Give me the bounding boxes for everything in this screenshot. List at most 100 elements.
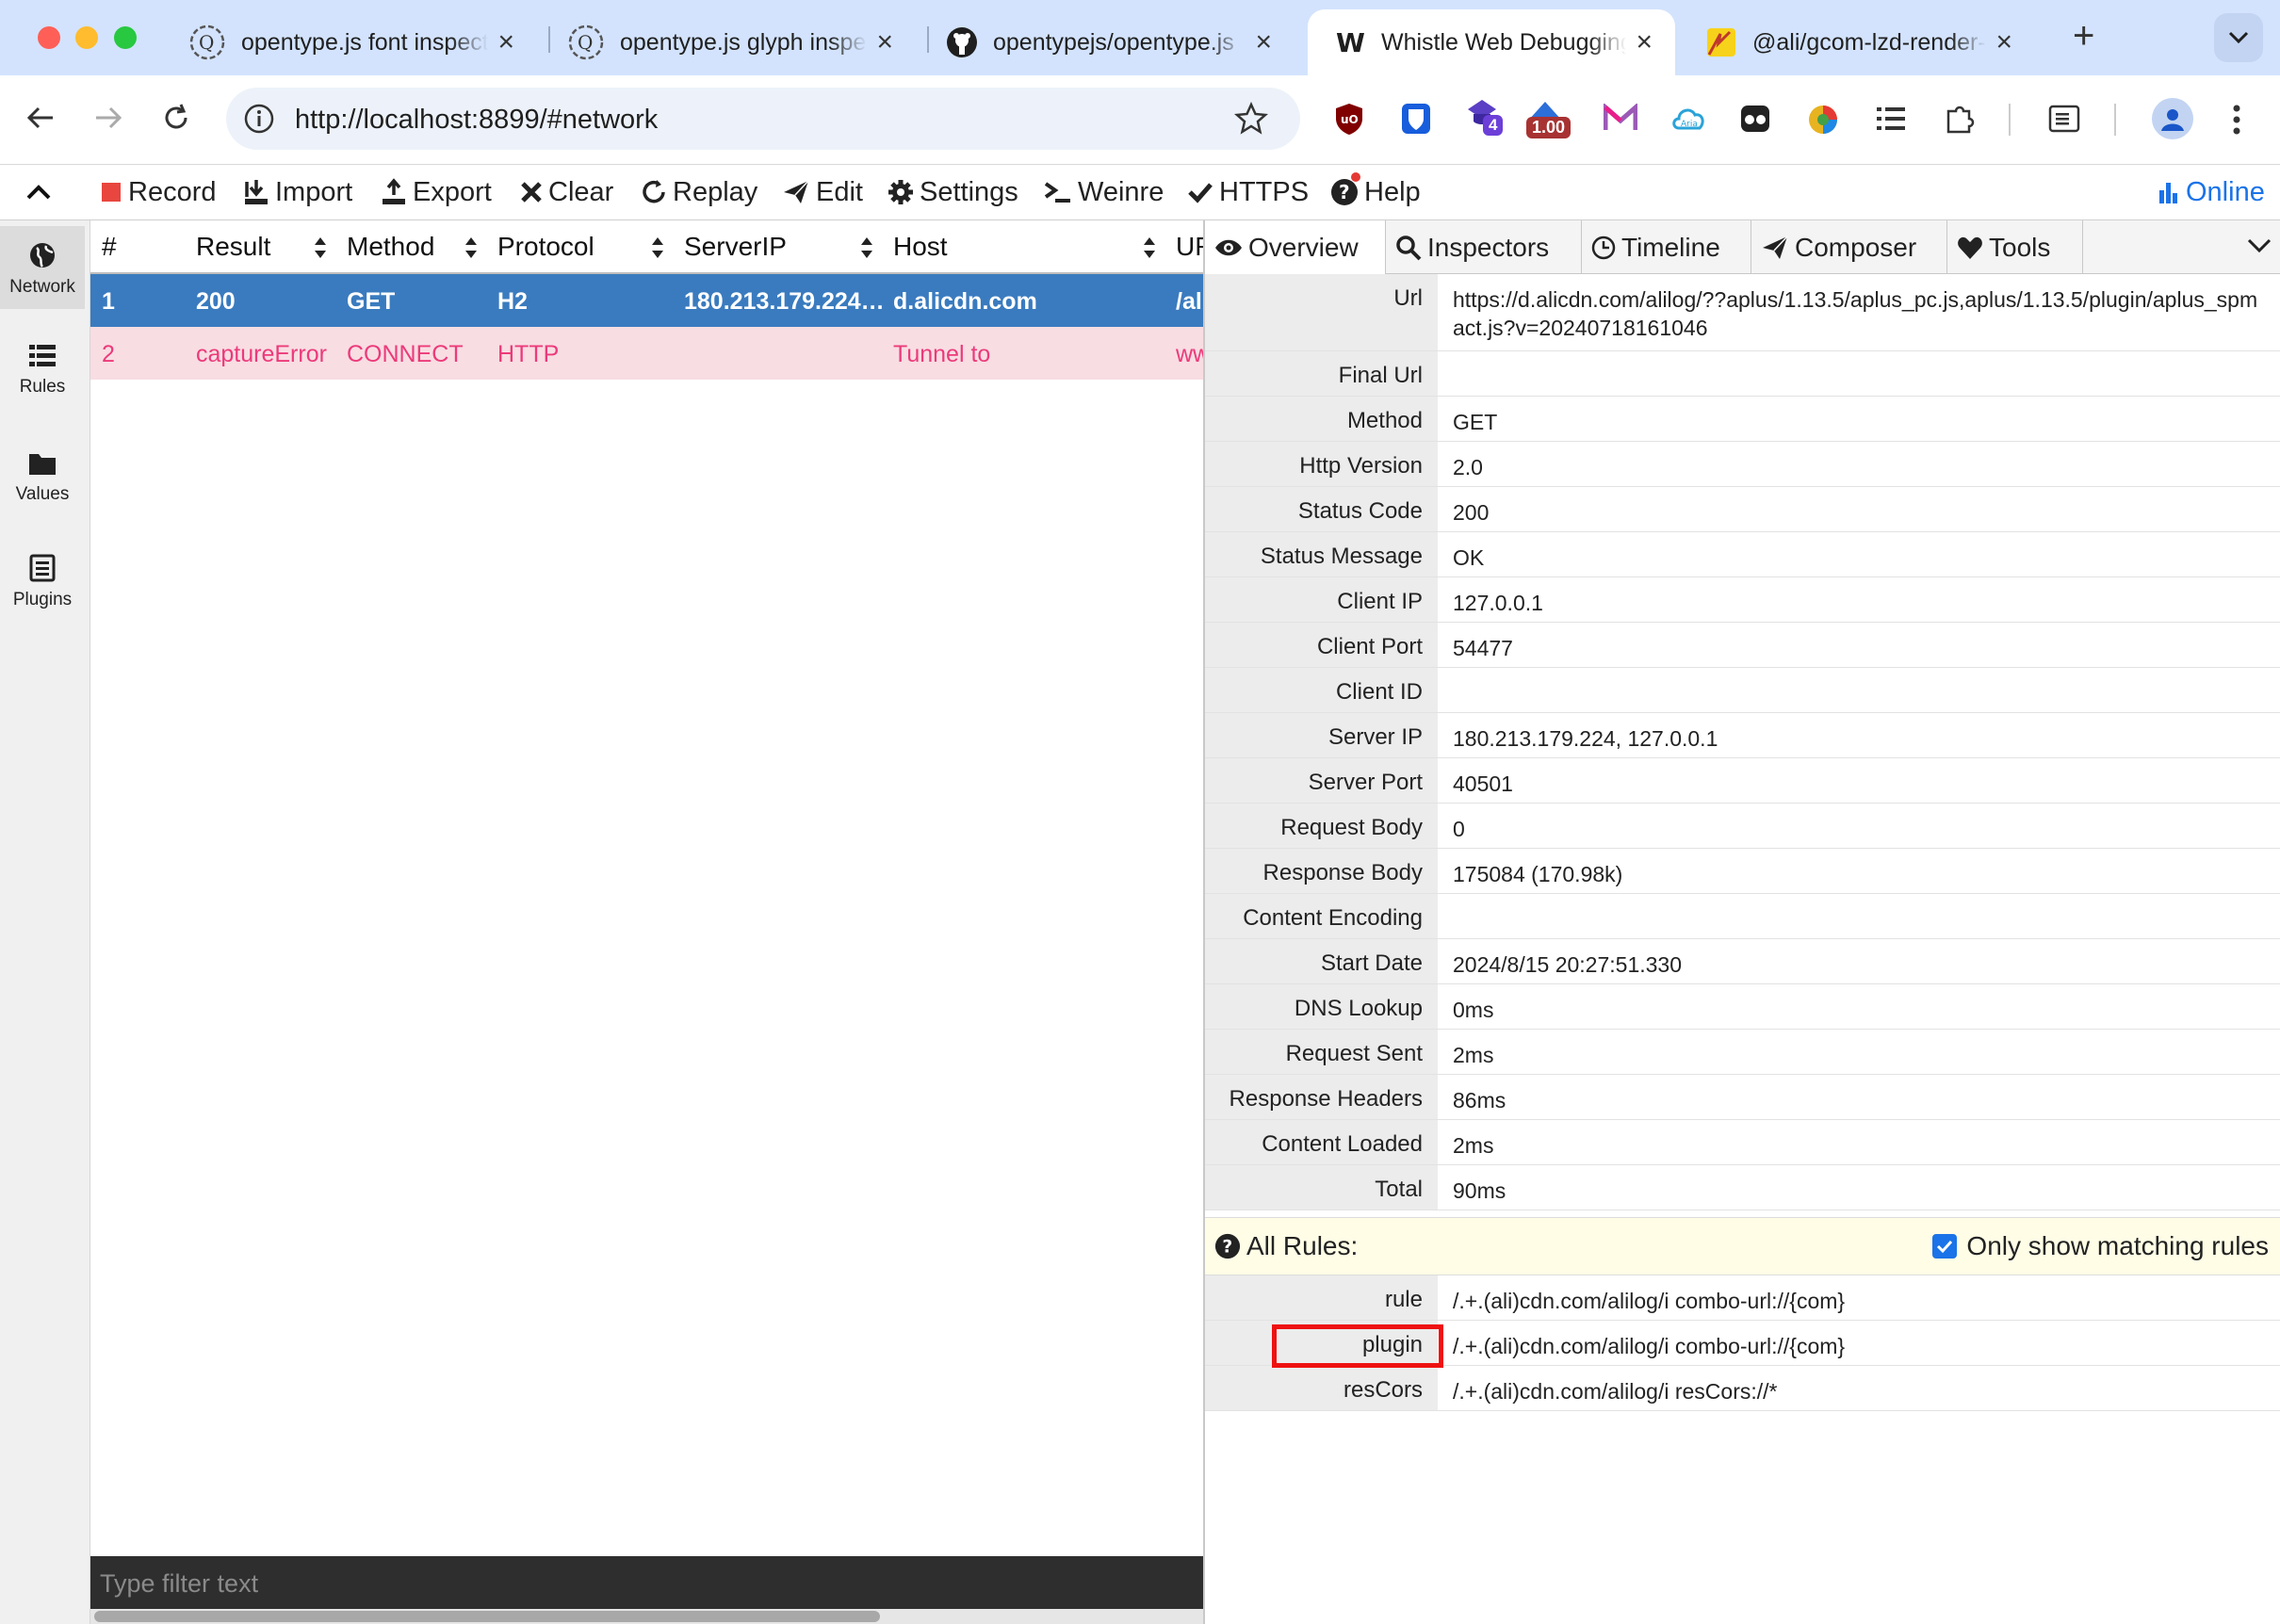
rule-value[interactable]: /.+.(ali)cdn.com/alilog/i resCors://* <box>1453 1377 2261 1405</box>
help-button[interactable]: ? Help <box>1330 172 1421 211</box>
extension-colorful-icon[interactable] <box>1807 104 1839 136</box>
record-button[interactable]: Record <box>100 173 217 211</box>
field-value[interactable]: 180.213.179.224, 127.0.0.1 <box>1453 724 2261 753</box>
window-minimize-button[interactable] <box>75 26 98 49</box>
url-text[interactable]: http://localhost:8899/#network <box>295 105 658 136</box>
import-button[interactable]: Import <box>243 173 352 211</box>
field-value[interactable]: 127.0.0.1 <box>1453 589 2261 617</box>
browser-tab-5[interactable]: @ali/gcom-lzd-render- × <box>1677 9 2035 75</box>
window-zoom-button[interactable] <box>114 26 137 49</box>
bitwarden-extension-icon[interactable] <box>1400 102 1432 136</box>
replay-button[interactable]: Replay <box>641 173 757 211</box>
field-value[interactable]: 2.0 <box>1453 453 2261 481</box>
extensions-puzzle-icon[interactable] <box>1943 102 1977 136</box>
chevron-up-icon <box>26 185 51 200</box>
side-panel-icon[interactable] <box>2048 104 2080 134</box>
field-value[interactable]: 86ms <box>1453 1086 2261 1114</box>
only-matching-checkbox[interactable] <box>1932 1234 1958 1259</box>
tab-composer[interactable]: Composer <box>1751 220 1947 274</box>
tab-close-icon[interactable]: × <box>876 26 893 58</box>
field-value[interactable]: 54477 <box>1453 634 2261 662</box>
tab-search-button[interactable] <box>2214 13 2263 62</box>
column-header-url[interactable]: UR <box>1176 232 1204 262</box>
sort-icon[interactable] <box>313 235 328 260</box>
window-close-button[interactable] <box>38 26 60 49</box>
extension-m-icon[interactable] <box>1604 104 1637 132</box>
field-value[interactable]: 2024/8/15 20:27:51.330 <box>1453 950 2261 979</box>
extension-purple-icon[interactable]: 4 <box>1466 98 1513 145</box>
aria-cloud-extension-icon[interactable]: Aria <box>1669 102 1707 134</box>
tab-tools[interactable]: Tools <box>1947 220 2083 274</box>
table-row[interactable]: 2 captureError CONNECT HTTP Tunnel to ww <box>90 327 1204 380</box>
clear-button[interactable]: Clear <box>520 173 613 211</box>
reload-button[interactable] <box>160 102 192 134</box>
field-value[interactable]: OK <box>1453 544 2261 572</box>
tab-close-icon[interactable]: × <box>1995 26 2012 58</box>
tab-inspectors[interactable]: Inspectors <box>1386 220 1582 274</box>
back-button[interactable] <box>24 102 57 134</box>
tab-close-icon[interactable]: × <box>1636 26 1653 58</box>
sort-icon[interactable] <box>859 235 874 260</box>
sort-icon[interactable] <box>650 235 665 260</box>
tab-close-icon[interactable]: × <box>1255 26 1272 58</box>
field-value[interactable]: 90ms <box>1453 1177 2261 1205</box>
online-status[interactable]: Online <box>2158 173 2265 211</box>
field-value[interactable]: 175084 (170.98k) <box>1453 860 2261 888</box>
overview-row: Request Body 0 <box>1205 804 2280 849</box>
only-matching-label: Only show matching rules <box>1966 1231 2269 1260</box>
browser-tab-3[interactable]: opentypejs/opentype.js × <box>918 9 1295 75</box>
only-matching-rules-toggle[interactable]: Only show matching rules <box>1932 1231 2269 1261</box>
extension-speed-icon[interactable]: 1.00 <box>1526 98 1587 145</box>
sidebar-item-plugins[interactable]: Plugins <box>0 554 85 629</box>
column-header-method[interactable]: Method <box>347 232 434 262</box>
sort-icon[interactable] <box>464 235 479 260</box>
column-header-protocol[interactable]: Protocol <box>497 232 594 262</box>
tab-overview[interactable]: Overview <box>1205 220 1386 274</box>
browser-tab-1[interactable]: Q opentype.js font inspector × <box>160 9 537 75</box>
rule-value[interactable]: /.+.(ali)cdn.com/alilog/i combo-url://{c… <box>1453 1332 2261 1360</box>
field-value[interactable]: 40501 <box>1453 770 2261 798</box>
new-tab-button[interactable]: + <box>2073 15 2094 57</box>
column-header-result[interactable]: Result <box>196 232 270 262</box>
collapse-menu-button[interactable] <box>26 173 57 211</box>
filter-input[interactable]: Type filter text <box>90 1556 1204 1609</box>
sidebar-item-network[interactable]: Network <box>0 226 85 309</box>
field-value[interactable]: 2ms <box>1453 1041 2261 1069</box>
tabs-dropdown-button[interactable] <box>2247 237 2272 254</box>
profile-avatar[interactable] <box>2152 98 2193 139</box>
field-key: Request Sent <box>1205 1030 1438 1074</box>
column-header-num[interactable]: # <box>102 232 117 262</box>
address-bar[interactable]: http://localhost:8899/#network <box>226 88 1300 150</box>
sidebar-item-values[interactable]: Values <box>0 450 85 526</box>
sort-icon[interactable] <box>1142 235 1157 260</box>
scrollbar-thumb[interactable] <box>94 1611 880 1622</box>
sidebar-item-rules[interactable]: Rules <box>0 343 85 418</box>
settings-button[interactable]: Settings <box>888 173 1018 211</box>
browser-menu-button[interactable] <box>2231 104 2242 136</box>
site-info-icon[interactable] <box>243 103 275 135</box>
tab-close-icon[interactable]: × <box>497 26 514 58</box>
forward-button[interactable] <box>92 102 124 134</box>
https-button[interactable]: HTTPS <box>1187 173 1309 211</box>
field-value[interactable]: 2ms <box>1453 1131 2261 1160</box>
column-header-host[interactable]: Host <box>893 232 948 262</box>
field-value[interactable]: https://d.alicdn.com/alilog/??aplus/1.13… <box>1453 285 2261 342</box>
bookmark-star-icon[interactable] <box>1234 102 1268 136</box>
weinre-button[interactable]: Weinre <box>1044 173 1164 211</box>
edit-button[interactable]: Edit <box>782 173 863 211</box>
export-button[interactable]: Export <box>381 173 492 211</box>
extension-eyes-icon[interactable] <box>1739 104 1771 134</box>
tab-timeline[interactable]: Timeline <box>1582 220 1751 274</box>
table-row[interactable]: 1 200 GET H2 180.213.179.224… d.alicdn.c… <box>90 274 1204 327</box>
field-key: Content Encoding <box>1205 894 1438 938</box>
browser-tab-2[interactable]: Q opentype.js glyph inspector × <box>539 9 916 75</box>
column-header-serverip[interactable]: ServerIP <box>684 232 787 262</box>
reading-list-extension-icon[interactable] <box>1875 104 1907 134</box>
browser-tab-4-active[interactable]: W Whistle Web Debugging Proxy × <box>1308 9 1675 75</box>
field-value[interactable]: 0ms <box>1453 996 2261 1024</box>
field-value[interactable]: 0 <box>1453 815 2261 843</box>
rule-value[interactable]: /.+.(ali)cdn.com/alilog/i combo-url://{c… <box>1453 1287 2261 1315</box>
field-value[interactable]: GET <box>1453 408 2261 436</box>
ublock-extension-icon[interactable]: uO <box>1334 102 1364 136</box>
field-value[interactable]: 200 <box>1453 498 2261 527</box>
